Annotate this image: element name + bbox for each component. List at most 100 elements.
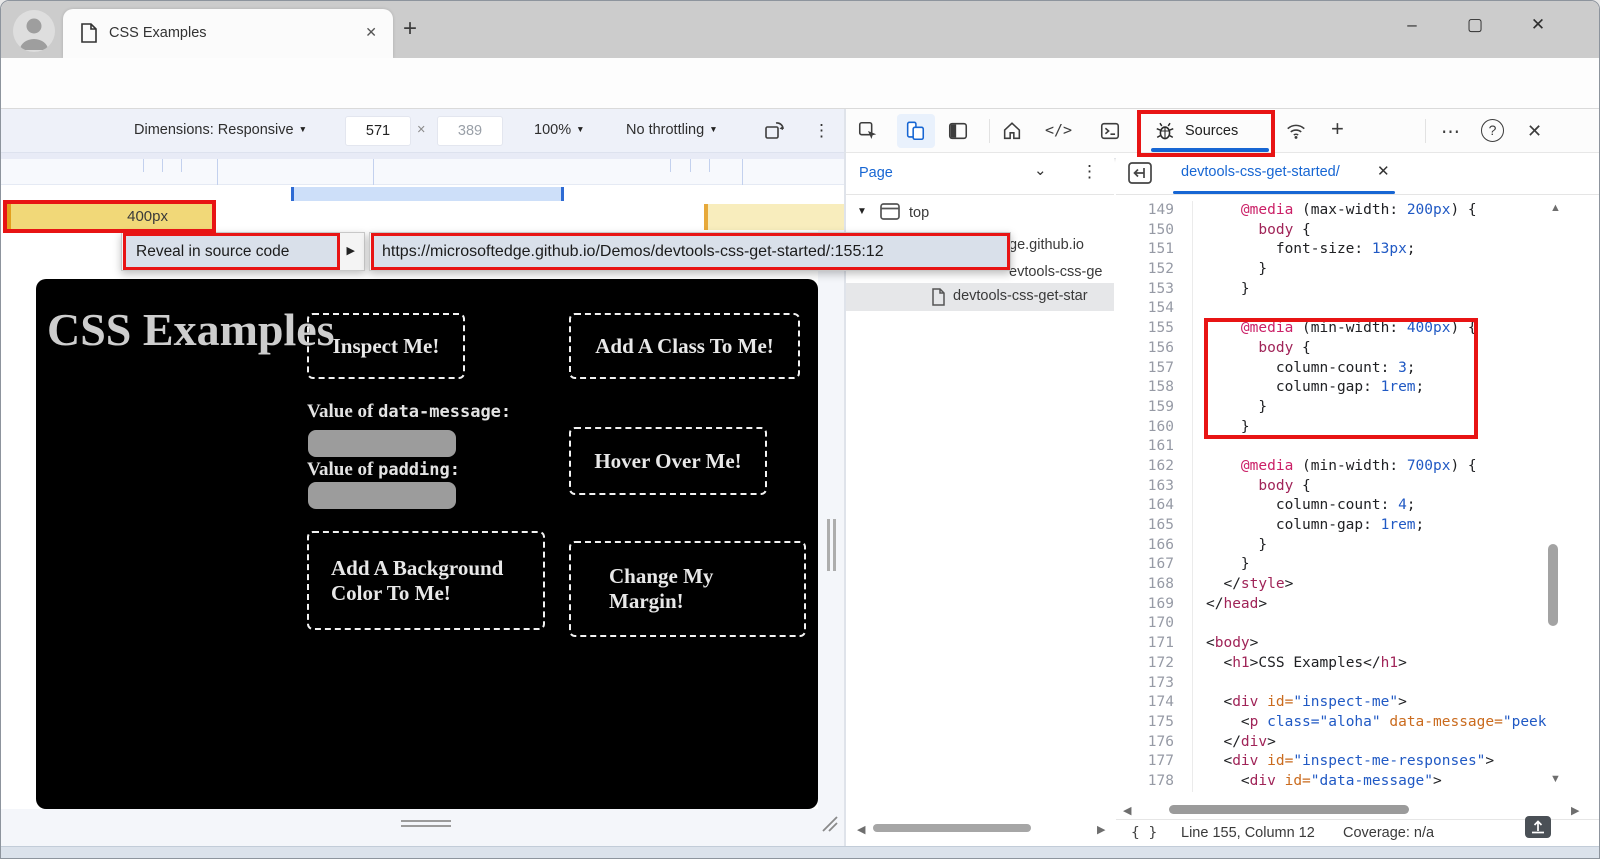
pane-divider[interactable] bbox=[844, 109, 846, 846]
code-line: 169</head> bbox=[1116, 595, 1600, 615]
console-panel-icon[interactable] bbox=[1099, 120, 1123, 144]
dock-side-icon[interactable] bbox=[947, 120, 971, 144]
media-query-bar-700[interactable] bbox=[704, 204, 844, 230]
elements-panel-icon[interactable]: </> bbox=[1045, 121, 1072, 139]
change-margin-box[interactable]: Change My Margin! bbox=[569, 541, 806, 637]
data-message-label: Value of data-message: bbox=[307, 401, 511, 423]
browser-tab[interactable]: CSS Examples ✕ bbox=[63, 9, 393, 58]
devtools-close-icon[interactable]: ✕ bbox=[1527, 121, 1542, 142]
editor-tab-close-icon[interactable]: ✕ bbox=[1377, 162, 1390, 180]
tree-item-top[interactable]: top bbox=[909, 205, 929, 221]
tree-item-folder[interactable]: evtools-css-ge bbox=[1009, 264, 1102, 280]
device-toolbar-more-icon[interactable]: ⋮ bbox=[813, 121, 830, 141]
navigator-scroll-right-icon[interactable]: ▶ bbox=[1097, 823, 1105, 836]
tree-item-domain[interactable]: ge.github.io bbox=[1009, 237, 1084, 253]
navigator-tab-page[interactable]: Page bbox=[859, 165, 893, 181]
navigator-scroll-left-icon[interactable]: ◀ bbox=[857, 823, 865, 836]
code-line: 171<body> bbox=[1116, 634, 1600, 654]
tree-expander-icon[interactable]: ▼ bbox=[857, 206, 867, 217]
window-bottom-edge bbox=[1, 846, 1600, 859]
code-line: 160 } bbox=[1116, 418, 1600, 438]
editor-scroll-right-icon[interactable]: ▶ bbox=[1571, 804, 1579, 817]
more-tabs-icon[interactable]: + bbox=[1331, 116, 1344, 142]
editor-tab-label[interactable]: devtools-css-get-started/ bbox=[1181, 164, 1340, 180]
tab-close-icon[interactable]: ✕ bbox=[365, 24, 377, 41]
demo-heading: CSS Examples bbox=[47, 303, 337, 357]
code-editor[interactable]: 149 @media (max-width: 200px) {150 body … bbox=[1116, 195, 1600, 801]
code-line: 173 bbox=[1116, 674, 1600, 694]
inspect-element-icon[interactable] bbox=[857, 120, 881, 144]
demo-page: CSS Examples Inspect Me! Add A Class To … bbox=[36, 279, 818, 809]
code-line: 158 column-gap: 1rem; bbox=[1116, 378, 1600, 398]
code-line: 178 <div id="data-message"> bbox=[1116, 772, 1600, 792]
toolbar-separator bbox=[1425, 119, 1426, 143]
code-line: 163 body { bbox=[1116, 477, 1600, 497]
code-line: 165 column-gap: 1rem; bbox=[1116, 516, 1600, 536]
chevron-down-icon[interactable]: ⌄ bbox=[1034, 161, 1047, 179]
sources-bug-icon[interactable] bbox=[1154, 120, 1178, 144]
padding-label: Value of padding: bbox=[307, 459, 460, 481]
page-icon bbox=[80, 23, 98, 43]
code-line: 177 <div id="inspect-me-responses"> bbox=[1116, 752, 1600, 772]
network-conditions-icon[interactable] bbox=[1285, 120, 1309, 144]
devtools-customize-icon[interactable]: ⋯ bbox=[1441, 121, 1460, 144]
editor-hscrollbar-thumb[interactable] bbox=[1169, 805, 1409, 814]
code-line: 170 bbox=[1116, 614, 1600, 634]
sources-tab-underline bbox=[1151, 148, 1269, 152]
rotate-device-icon[interactable] bbox=[763, 119, 787, 148]
editor-scroll-up-icon[interactable]: ▲ bbox=[1550, 202, 1561, 214]
navigator-more-icon[interactable]: ⋮ bbox=[1081, 162, 1098, 182]
viewport-corner-resize-grip[interactable] bbox=[819, 813, 841, 835]
add-background-box[interactable]: Add A Background Color To Me! bbox=[307, 531, 545, 630]
code-line: 174 <div id="inspect-me"> bbox=[1116, 693, 1600, 713]
inspect-me-box[interactable]: Inspect Me! bbox=[307, 313, 465, 379]
menu-item-source-url[interactable]: https://microsoftedge.github.io/Demos/de… bbox=[374, 236, 1007, 268]
ruler bbox=[1, 159, 844, 185]
navigator-hscrollbar-thumb[interactable] bbox=[873, 824, 1031, 832]
viewport-width-drag-handle[interactable] bbox=[827, 519, 837, 571]
caret-down-icon: ▼ bbox=[576, 124, 584, 134]
viewport-height-input[interactable] bbox=[437, 116, 503, 146]
code-line: 167 } bbox=[1116, 555, 1600, 575]
editor-scroll-down-icon[interactable]: ▼ bbox=[1550, 773, 1561, 785]
pretty-print-icon[interactable]: { } bbox=[1131, 825, 1157, 841]
add-class-box[interactable]: Add A Class To Me! bbox=[569, 313, 800, 379]
profile-avatar[interactable] bbox=[13, 10, 55, 52]
window-close-button[interactable]: ✕ bbox=[1523, 15, 1553, 35]
maximize-button[interactable]: ▢ bbox=[1460, 15, 1490, 35]
device-emulation-icon[interactable] bbox=[904, 120, 928, 144]
titlebar: CSS Examples ✕ + – ▢ ✕ bbox=[1, 1, 1600, 58]
tree-item-file-selected[interactable]: devtools-css-get-star bbox=[846, 283, 1114, 311]
browser-window: CSS Examples ✕ + – ▢ ✕ ← → ↻ https://mic… bbox=[0, 0, 1600, 859]
code-line: 168 </style> bbox=[1116, 575, 1600, 595]
media-query-bar-400[interactable]: 400px bbox=[7, 204, 212, 230]
hover-over-me-box[interactable]: Hover Over Me! bbox=[569, 427, 767, 495]
dimensions-multiply-label: × bbox=[417, 122, 425, 138]
home-icon[interactable] bbox=[1001, 120, 1025, 144]
viewport-height-drag-handle[interactable] bbox=[401, 820, 451, 828]
collapse-navigator-icon[interactable] bbox=[1127, 161, 1153, 190]
new-tab-button[interactable]: + bbox=[403, 15, 417, 43]
frame-icon bbox=[879, 202, 901, 222]
dimensions-dropdown[interactable]: Dimensions: Responsive▼ bbox=[134, 122, 307, 138]
throttling-dropdown[interactable]: No throttling▼ bbox=[626, 122, 718, 138]
help-icon[interactable]: ? bbox=[1481, 119, 1504, 142]
code-line: 164 column-count: 4; bbox=[1116, 496, 1600, 516]
move-to-top-button[interactable] bbox=[1525, 816, 1551, 838]
submenu-arrow-icon: ▶ bbox=[347, 244, 355, 257]
minimize-button[interactable]: – bbox=[1397, 15, 1427, 35]
media-query-bar-blue[interactable] bbox=[291, 187, 564, 201]
viewport-width-input[interactable] bbox=[345, 116, 411, 146]
code-line: 172 <h1>CSS Examples</h1> bbox=[1116, 654, 1600, 674]
code-line: 151 font-size: 13px; bbox=[1116, 240, 1600, 260]
tab-sources[interactable]: Sources bbox=[1185, 123, 1238, 139]
editor-vscrollbar-thumb[interactable] bbox=[1548, 544, 1558, 626]
editor-scroll-left-icon[interactable]: ◀ bbox=[1123, 804, 1131, 817]
code-lines: 149 @media (max-width: 200px) {150 body … bbox=[1116, 201, 1600, 792]
zoom-dropdown[interactable]: 100%▼ bbox=[534, 122, 585, 138]
context-menu: Reveal in source code ▶ bbox=[121, 232, 365, 271]
menu-item-reveal-in-source[interactable]: Reveal in source code bbox=[126, 236, 337, 268]
code-line: 162 @media (min-width: 700px) { bbox=[1116, 457, 1600, 477]
padding-value-field bbox=[308, 482, 456, 509]
code-line: 166 } bbox=[1116, 536, 1600, 556]
